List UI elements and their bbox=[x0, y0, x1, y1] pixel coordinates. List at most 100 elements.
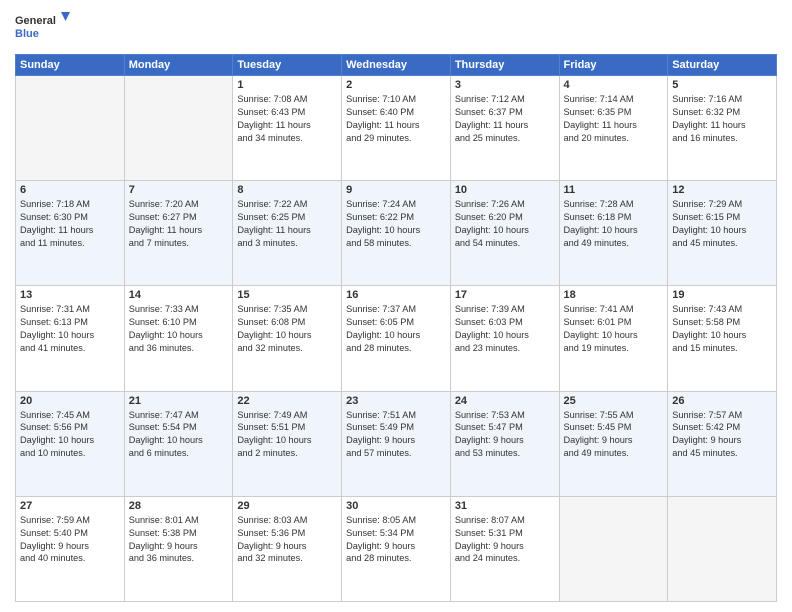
calendar-cell: 7Sunrise: 7:20 AM Sunset: 6:27 PM Daylig… bbox=[124, 181, 233, 286]
header-wednesday: Wednesday bbox=[342, 55, 451, 76]
cell-content: Sunrise: 7:33 AM Sunset: 6:10 PM Dayligh… bbox=[129, 303, 229, 355]
day-number: 11 bbox=[564, 184, 664, 196]
calendar-cell: 28 Sunrise: 8:01 AM Sunset: 5:38 PM Dayli… bbox=[124, 496, 233, 601]
calendar-cell: 30 Sunrise: 8:05 AM Sunset: 5:34 PM Dayli… bbox=[342, 496, 451, 601]
day-number: 16 bbox=[346, 289, 446, 301]
day-number: 10 bbox=[455, 184, 555, 196]
calendar-cell: 3 Sunrise: 7:12 AM Sunset: 6:37 PM Daylig… bbox=[450, 76, 559, 181]
calendar-cell: 10 Sunrise: 7:26 AM Sunset: 6:20 PM Dayli… bbox=[450, 181, 559, 286]
calendar-cell: 20Sunrise: 7:45 AM Sunset: 5:56 PM Dayli… bbox=[16, 391, 125, 496]
cell-content: Sunrise: 8:05 AM Sunset: 5:34 PM Dayligh… bbox=[346, 514, 446, 566]
calendar-cell: 24 Sunrise: 7:53 AM Sunset: 5:47 PM Dayli… bbox=[450, 391, 559, 496]
header-row: SundayMondayTuesdayWednesdayThursdayFrid… bbox=[16, 55, 777, 76]
calendar-cell: 6 Sunrise: 7:18 AM Sunset: 6:30 PM Daylig… bbox=[16, 181, 125, 286]
cell-content: Sunrise: 7:16 AM Sunset: 6:32 PM Dayligh… bbox=[672, 93, 772, 145]
day-number: 14 bbox=[129, 289, 229, 301]
calendar-cell: 19 Sunrise: 7:43 AM Sunset: 5:58 PM Dayli… bbox=[668, 286, 777, 391]
calendar-cell bbox=[16, 76, 125, 181]
cell-content: Sunrise: 7:45 AM Sunset: 5:56 PM Dayligh… bbox=[20, 409, 120, 461]
calendar-cell: 12Sunrise: 7:29 AM Sunset: 6:15 PM Dayli… bbox=[668, 181, 777, 286]
calendar-cell bbox=[124, 76, 233, 181]
calendar-cell: 9 Sunrise: 7:24 AM Sunset: 6:22 PM Daylig… bbox=[342, 181, 451, 286]
calendar-cell: 8Sunrise: 7:22 AM Sunset: 6:25 PM Daylig… bbox=[233, 181, 342, 286]
cell-content: Sunrise: 8:07 AM Sunset: 5:31 PM Dayligh… bbox=[455, 514, 555, 566]
day-number: 28 bbox=[129, 500, 229, 512]
day-number: 6 bbox=[20, 184, 120, 196]
svg-text:General: General bbox=[15, 15, 56, 27]
week-row-4: 20Sunrise: 7:45 AM Sunset: 5:56 PM Dayli… bbox=[16, 391, 777, 496]
cell-content: Sunrise: 7:55 AM Sunset: 5:45 PM Dayligh… bbox=[564, 409, 664, 461]
header-sunday: Sunday bbox=[16, 55, 125, 76]
cell-content: Sunrise: 7:10 AM Sunset: 6:40 PM Dayligh… bbox=[346, 93, 446, 145]
cell-content: Sunrise: 7:28 AM Sunset: 6:18 PM Dayligh… bbox=[564, 198, 664, 250]
cell-content: Sunrise: 7:37 AM Sunset: 6:05 PM Dayligh… bbox=[346, 303, 446, 355]
calendar-cell: 2 Sunrise: 7:10 AM Sunset: 6:40 PM Daylig… bbox=[342, 76, 451, 181]
calendar-cell: 13 Sunrise: 7:31 AM Sunset: 6:13 PM Dayli… bbox=[16, 286, 125, 391]
header: General Blue bbox=[15, 10, 777, 46]
calendar-cell: 25 Sunrise: 7:55 AM Sunset: 5:45 PM Dayli… bbox=[559, 391, 668, 496]
cell-content: Sunrise: 7:18 AM Sunset: 6:30 PM Dayligh… bbox=[20, 198, 120, 250]
calendar-cell: 15 Sunrise: 7:35 AM Sunset: 6:08 PM Dayli… bbox=[233, 286, 342, 391]
calendar-table: SundayMondayTuesdayWednesdayThursdayFrid… bbox=[15, 54, 777, 602]
day-number: 8 bbox=[237, 184, 337, 196]
day-number: 4 bbox=[564, 79, 664, 91]
day-number: 15 bbox=[237, 289, 337, 301]
cell-content: Sunrise: 7:43 AM Sunset: 5:58 PM Dayligh… bbox=[672, 303, 772, 355]
calendar-cell: 29 Sunrise: 8:03 AM Sunset: 5:36 PM Dayli… bbox=[233, 496, 342, 601]
calendar-cell: 21 Sunrise: 7:47 AM Sunset: 5:54 PM Dayli… bbox=[124, 391, 233, 496]
cell-content: Sunrise: 7:53 AM Sunset: 5:47 PM Dayligh… bbox=[455, 409, 555, 461]
day-number: 19 bbox=[672, 289, 772, 301]
calendar-cell: 1 Sunrise: 7:08 AM Sunset: 6:43 PM Daylig… bbox=[233, 76, 342, 181]
day-number: 9 bbox=[346, 184, 446, 196]
day-number: 31 bbox=[455, 500, 555, 512]
svg-text:Blue: Blue bbox=[15, 28, 39, 40]
week-row-3: 13 Sunrise: 7:31 AM Sunset: 6:13 PM Dayli… bbox=[16, 286, 777, 391]
day-number: 13 bbox=[20, 289, 120, 301]
cell-content: Sunrise: 7:12 AM Sunset: 6:37 PM Dayligh… bbox=[455, 93, 555, 145]
day-number: 21 bbox=[129, 395, 229, 407]
day-number: 25 bbox=[564, 395, 664, 407]
day-number: 24 bbox=[455, 395, 555, 407]
week-row-5: 27Sunrise: 7:59 AM Sunset: 5:40 PM Dayli… bbox=[16, 496, 777, 601]
day-number: 2 bbox=[346, 79, 446, 91]
day-number: 30 bbox=[346, 500, 446, 512]
cell-content: Sunrise: 7:24 AM Sunset: 6:22 PM Dayligh… bbox=[346, 198, 446, 250]
cell-content: Sunrise: 7:49 AM Sunset: 5:51 PM Dayligh… bbox=[237, 409, 337, 461]
week-row-2: 6 Sunrise: 7:18 AM Sunset: 6:30 PM Daylig… bbox=[16, 181, 777, 286]
calendar-cell bbox=[559, 496, 668, 601]
calendar-cell: 18Sunrise: 7:41 AM Sunset: 6:01 PM Dayli… bbox=[559, 286, 668, 391]
header-tuesday: Tuesday bbox=[233, 55, 342, 76]
day-number: 17 bbox=[455, 289, 555, 301]
header-thursday: Thursday bbox=[450, 55, 559, 76]
cell-content: Sunrise: 7:14 AM Sunset: 6:35 PM Dayligh… bbox=[564, 93, 664, 145]
calendar-cell: 11 Sunrise: 7:28 AM Sunset: 6:18 PM Dayli… bbox=[559, 181, 668, 286]
cell-content: Sunrise: 7:57 AM Sunset: 5:42 PM Dayligh… bbox=[672, 409, 772, 461]
day-number: 23 bbox=[346, 395, 446, 407]
calendar-cell: 26Sunrise: 7:57 AM Sunset: 5:42 PM Dayli… bbox=[668, 391, 777, 496]
calendar-cell: 22 Sunrise: 7:49 AM Sunset: 5:51 PM Dayli… bbox=[233, 391, 342, 496]
header-friday: Friday bbox=[559, 55, 668, 76]
logo-svg: General Blue bbox=[15, 10, 70, 46]
cell-content: Sunrise: 7:47 AM Sunset: 5:54 PM Dayligh… bbox=[129, 409, 229, 461]
day-number: 18 bbox=[564, 289, 664, 301]
day-number: 3 bbox=[455, 79, 555, 91]
cell-content: Sunrise: 7:31 AM Sunset: 6:13 PM Dayligh… bbox=[20, 303, 120, 355]
day-number: 5 bbox=[672, 79, 772, 91]
cell-content: Sunrise: 7:26 AM Sunset: 6:20 PM Dayligh… bbox=[455, 198, 555, 250]
cell-content: Sunrise: 7:08 AM Sunset: 6:43 PM Dayligh… bbox=[237, 93, 337, 145]
page: General Blue SundayMondayTuesdayWednesda… bbox=[0, 0, 792, 612]
day-number: 29 bbox=[237, 500, 337, 512]
cell-content: Sunrise: 7:59 AM Sunset: 5:40 PM Dayligh… bbox=[20, 514, 120, 566]
day-number: 1 bbox=[237, 79, 337, 91]
day-number: 22 bbox=[237, 395, 337, 407]
day-number: 12 bbox=[672, 184, 772, 196]
cell-content: Sunrise: 8:03 AM Sunset: 5:36 PM Dayligh… bbox=[237, 514, 337, 566]
cell-content: Sunrise: 8:01 AM Sunset: 5:38 PM Dayligh… bbox=[129, 514, 229, 566]
header-monday: Monday bbox=[124, 55, 233, 76]
cell-content: Sunrise: 7:51 AM Sunset: 5:49 PM Dayligh… bbox=[346, 409, 446, 461]
calendar-cell: 14 Sunrise: 7:33 AM Sunset: 6:10 PM Dayli… bbox=[124, 286, 233, 391]
header-saturday: Saturday bbox=[668, 55, 777, 76]
week-row-1: 1 Sunrise: 7:08 AM Sunset: 6:43 PM Daylig… bbox=[16, 76, 777, 181]
cell-content: Sunrise: 7:20 AM Sunset: 6:27 PM Dayligh… bbox=[129, 198, 229, 250]
cell-content: Sunrise: 7:35 AM Sunset: 6:08 PM Dayligh… bbox=[237, 303, 337, 355]
